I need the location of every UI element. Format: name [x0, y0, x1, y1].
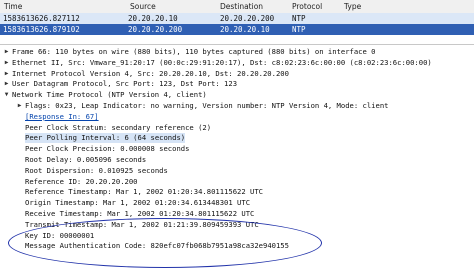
detail-tree-item[interactable]: Flags: 0x23, Leap Indicator: no warning,… [25, 101, 389, 111]
detail-tree-item[interactable]: Root Dispersion: 0.010925 seconds [25, 166, 168, 176]
detail-tree-item[interactable]: Reference Timestamp: Mar 1, 2002 01:20:3… [25, 187, 263, 197]
packet-destination: 20.20.20.200 [220, 14, 275, 23]
detail-tree-item[interactable]: Peer Polling Interval: 6 (64 seconds) [25, 133, 186, 144]
detail-tree-item[interactable]: Reference ID: 20.20.20.200 [25, 177, 138, 187]
packet-list-header: Time Source Destination Protocol Type [0, 0, 474, 14]
packet-source: 20.20.20.10 [128, 14, 178, 23]
detail-tree-item[interactable]: User Datagram Protocol, Src Port: 123, D… [12, 79, 237, 89]
expand-toggle-icon[interactable]: ▶ [3, 69, 10, 79]
detail-tree-item[interactable]: Internet Protocol Version 4, Src: 20.20.… [12, 69, 289, 79]
detail-tree-item[interactable]: Peer Clock Stratum: secondary reference … [25, 123, 211, 133]
response-in-link[interactable]: [Response In: 67] [25, 112, 99, 122]
packet-protocol: NTP [292, 25, 306, 34]
column-header-source[interactable]: Source [130, 2, 156, 11]
column-header-type[interactable]: Type [344, 2, 361, 11]
detail-tree-item[interactable]: Ethernet II, Src: Vmware_91:20:17 (00:0c… [12, 58, 432, 68]
packet-row-selected[interactable]: 1583613626.879102 20.20.20.200 20.20.20.… [0, 24, 474, 35]
detail-tree-item[interactable]: Peer Clock Precision: 0.000008 seconds [25, 144, 189, 154]
collapse-toggle-icon[interactable]: ▼ [3, 90, 10, 100]
detail-tree-item[interactable]: Network Time Protocol (NTP Version 4, cl… [12, 90, 207, 100]
annotation-circle [8, 218, 322, 268]
column-header-time[interactable]: Time [4, 2, 22, 11]
detail-tree-item[interactable]: Root Delay: 0.005096 seconds [25, 155, 146, 165]
packet-time: 1583613626.827112 [3, 14, 80, 23]
column-header-destination[interactable]: Destination [220, 2, 263, 11]
expand-toggle-icon[interactable]: ▶ [3, 79, 10, 89]
packet-row[interactable]: 1583613626.827112 20.20.20.10 20.20.20.2… [0, 13, 474, 24]
packet-list: Time Source Destination Protocol Type 15… [0, 0, 474, 36]
expand-toggle-icon[interactable]: ▶ [3, 47, 10, 57]
packet-source: 20.20.20.200 [128, 25, 183, 34]
column-header-protocol[interactable]: Protocol [292, 2, 322, 11]
packet-protocol: NTP [292, 14, 306, 23]
detail-tree-item[interactable]: Origin Timestamp: Mar 1, 2002 01:20:34.6… [25, 198, 250, 208]
expand-toggle-icon[interactable]: ▶ [3, 58, 10, 68]
packet-time: 1583613626.879102 [3, 25, 80, 34]
packet-destination: 20.20.20.10 [220, 25, 270, 34]
expand-toggle-icon[interactable]: ▶ [16, 101, 23, 111]
detail-tree-item[interactable]: Frame 66: 110 bytes on wire (880 bits), … [12, 47, 376, 57]
pane-splitter[interactable] [0, 36, 474, 45]
